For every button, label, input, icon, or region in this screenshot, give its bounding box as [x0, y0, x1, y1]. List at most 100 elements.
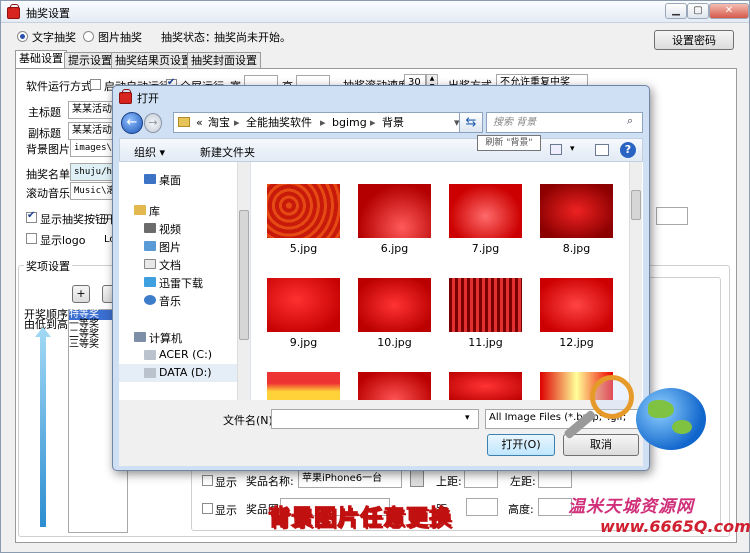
thumbnail-6[interactable] [358, 184, 431, 238]
tab-cover[interactable]: 抽奖封面设置 [187, 52, 261, 68]
nav-item-drive-d[interactable]: DATA (D:) [159, 366, 212, 379]
library-icon [134, 205, 146, 215]
row1-show-checkbox[interactable] [202, 475, 213, 486]
view-dropdown-icon[interactable]: ▾ [570, 144, 575, 154]
row1-top-label: 上距: [436, 475, 462, 488]
row1-top-input[interactable] [464, 470, 498, 488]
chevron-right-icon: ▸ [234, 116, 240, 129]
documents-icon [144, 259, 156, 269]
nav-item-video[interactable]: 视频 [159, 221, 181, 237]
nav-item-music[interactable]: 音乐 [159, 293, 181, 309]
thumbnail-15[interactable] [449, 372, 522, 400]
nav-item-library[interactable]: 库 [149, 203, 160, 219]
file-label-12[interactable]: 12.jpg [540, 336, 613, 349]
breadcrumb-2[interactable]: 全能抽奖软件 [246, 113, 312, 132]
nav-item-pictures[interactable]: 图片 [159, 239, 181, 255]
filename-label: 文件名(N): [223, 414, 277, 427]
filename-input[interactable] [271, 409, 479, 429]
color-swatch[interactable] [410, 469, 424, 487]
dialog-toolbar: 组织 ▾ 新建文件夹 ▾ ? [119, 138, 643, 162]
row2-show-checkbox[interactable] [202, 503, 213, 514]
main-title-label: 主标题 [28, 106, 61, 119]
row1-name-label: 奖品名称: [246, 475, 294, 488]
content-scrollbar[interactable] [629, 162, 642, 400]
row2-height-input[interactable] [538, 498, 572, 516]
thumbnail-7[interactable] [449, 184, 522, 238]
tab-tips[interactable]: 提示设置 [64, 52, 116, 68]
misc-input[interactable] [656, 207, 688, 225]
bg-image-input[interactable]: images\b [70, 139, 114, 157]
sub-title-input[interactable]: 某某活动 [68, 122, 114, 140]
file-label-7[interactable]: 7.jpg [449, 242, 522, 255]
thumbnail-11[interactable] [449, 278, 522, 332]
show-button-checkbox[interactable] [26, 210, 37, 223]
breadcrumb-1[interactable]: 淘宝 [208, 113, 230, 132]
maximize-button[interactable]: ▢ [687, 3, 709, 19]
status-value: 抽奖尚未开始。 [214, 31, 291, 44]
thumbnail-13[interactable] [267, 372, 340, 400]
arrow-up-icon [35, 327, 51, 337]
breadcrumb-0[interactable]: « [196, 113, 203, 132]
folder-icon [178, 117, 190, 127]
nav-item-documents[interactable]: 文档 [159, 257, 181, 273]
thumbnail-8[interactable] [540, 184, 613, 238]
breadcrumb-4[interactable]: 背景 [382, 113, 404, 132]
run-mode-label: 软件运行方式 [26, 80, 92, 93]
back-button[interactable]: ← [121, 112, 143, 134]
music-input[interactable]: Music\滚 [70, 182, 114, 200]
nav-scrollbar[interactable] [237, 162, 250, 400]
search-input[interactable]: 搜索 背景 [486, 112, 643, 133]
file-label-11[interactable]: 11.jpg [449, 336, 522, 349]
file-label-8[interactable]: 8.jpg [540, 242, 613, 255]
set-password-button[interactable]: 设置密码 [654, 30, 734, 50]
view-icon[interactable] [550, 144, 562, 155]
file-label-9[interactable]: 9.jpg [267, 336, 340, 349]
nav-item-drive-c[interactable]: ACER (C:) [159, 348, 212, 361]
thumbnail-5[interactable] [267, 184, 340, 238]
thumbnail-14[interactable] [358, 372, 431, 400]
row2-extra-input[interactable] [466, 498, 498, 516]
autostart-checkbox[interactable] [90, 79, 101, 90]
forward-button[interactable]: → [144, 113, 162, 133]
thumbnail-12[interactable] [540, 278, 613, 332]
app-icon [7, 4, 20, 19]
close-button[interactable]: ✕ [709, 3, 749, 19]
thumbnail-10[interactable] [358, 278, 431, 332]
status-label: 抽奖状态： [161, 31, 216, 44]
organize-menu[interactable]: 组织 ▾ [134, 144, 165, 160]
nav-item-downloads[interactable]: 迅雷下载 [159, 275, 203, 291]
list-input[interactable]: shuju/ha [70, 163, 114, 181]
tab-basic[interactable]: 基础设置 [15, 50, 67, 69]
minimize-button[interactable]: ▁ [665, 3, 687, 19]
mode-image-radio[interactable] [83, 31, 94, 42]
nav-item-computer[interactable]: 计算机 [149, 330, 182, 346]
preview-pane-icon[interactable] [595, 144, 609, 156]
chevron-down-icon[interactable]: ▾ [465, 413, 470, 423]
file-label-10[interactable]: 10.jpg [358, 336, 431, 349]
file-label-6[interactable]: 6.jpg [358, 242, 431, 255]
nav-item-desktop[interactable]: 桌面 [159, 172, 181, 188]
row1-left-input[interactable] [538, 470, 572, 488]
help-icon[interactable]: ? [620, 142, 636, 158]
thumbnail-9[interactable] [267, 278, 340, 332]
cancel-button[interactable]: 取消 [563, 434, 639, 456]
add-prize-button[interactable]: + [72, 285, 90, 303]
order-arrow [40, 335, 46, 527]
file-label-5[interactable]: 5.jpg [267, 242, 340, 255]
address-bar[interactable]: « 淘宝 ▸ 全能抽奖软件 ▸ bgimg ▸ 背景 ▾ [173, 112, 467, 133]
refresh-button[interactable]: ⇆ [459, 112, 483, 133]
show-logo-checkbox[interactable] [26, 233, 37, 244]
dialog-app-icon [119, 89, 132, 104]
mode-text-radio[interactable] [17, 31, 28, 42]
main-title-input[interactable]: 某某活动 [68, 101, 114, 119]
window-title: 抽奖设置 [26, 7, 70, 20]
new-folder-button[interactable]: 新建文件夹 [200, 144, 255, 160]
breadcrumb-3[interactable]: bgimg [332, 113, 367, 132]
open-button[interactable]: 打开(O) [487, 434, 555, 456]
magnifier-icon [590, 375, 634, 419]
search-icon: ⌕ [627, 114, 634, 127]
tab-result[interactable]: 抽奖结果页设置 [111, 52, 196, 68]
download-icon [144, 277, 156, 287]
row2-show-label: 显示 [215, 504, 237, 517]
row1-name-input[interactable]: 苹果iPhone6一台 [298, 470, 402, 488]
